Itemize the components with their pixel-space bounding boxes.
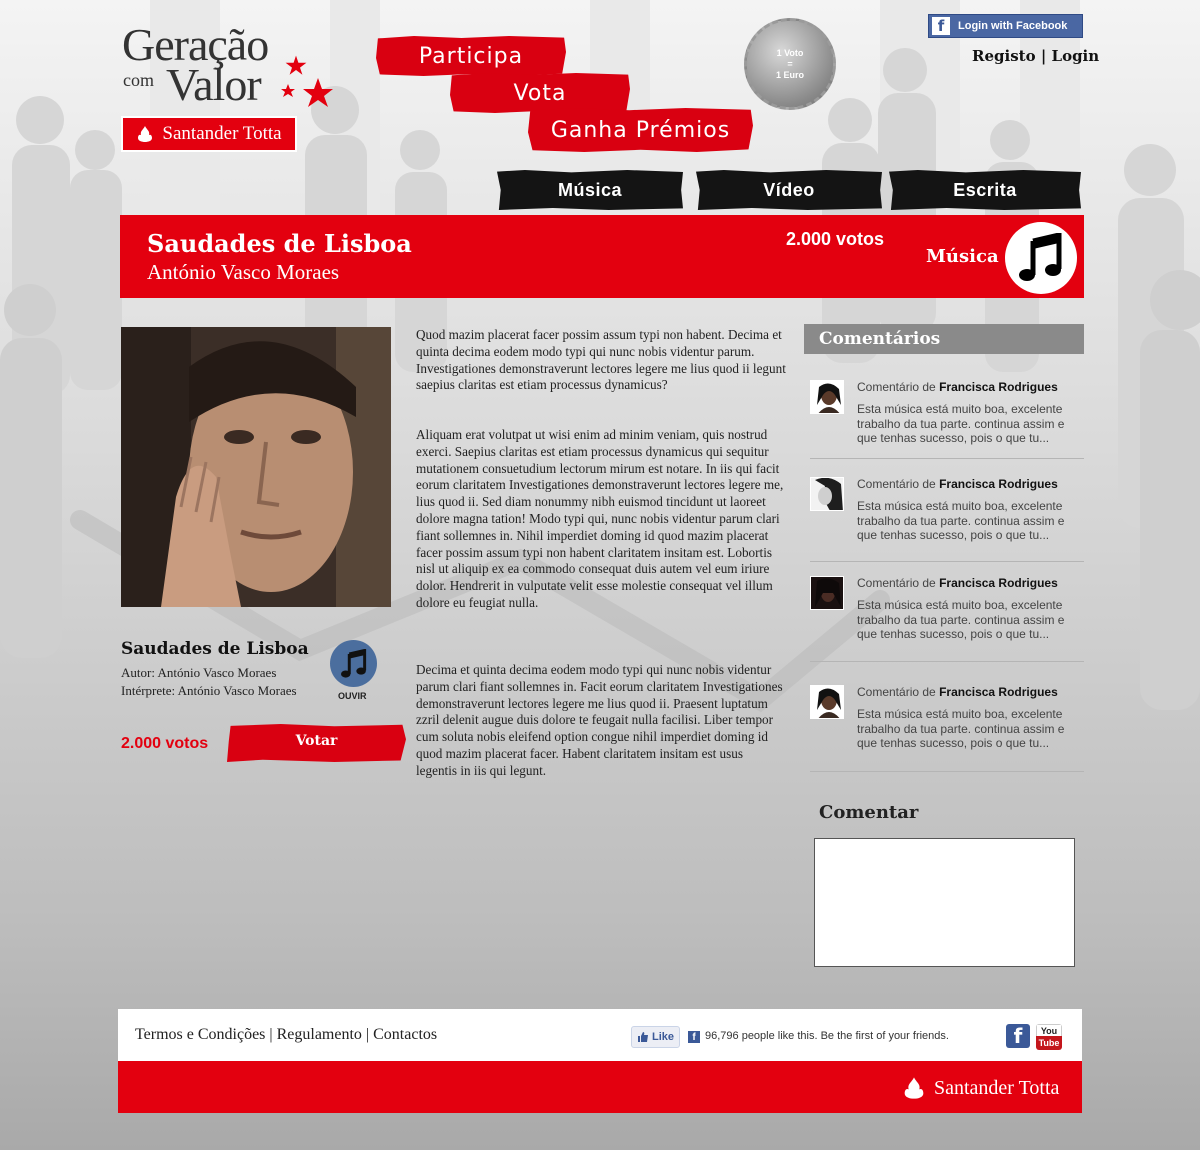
seal-line2: = bbox=[787, 58, 793, 69]
comments-header: Comentários bbox=[804, 324, 1084, 354]
comment-author[interactable]: Francisca Rodrigues bbox=[939, 576, 1058, 590]
facebook-icon[interactable]: f bbox=[1006, 1024, 1030, 1048]
logo-title-line2: Valor bbox=[166, 59, 262, 110]
youtube-icon[interactable]: You Tube bbox=[1036, 1024, 1062, 1050]
auth-links: Registo | Login bbox=[972, 47, 1099, 65]
music-note-icon bbox=[340, 648, 366, 678]
comment-textarea[interactable] bbox=[814, 838, 1075, 967]
tab-video[interactable]: Vídeo bbox=[696, 170, 882, 210]
banner-title: Saudades de Lisboa bbox=[147, 229, 412, 258]
facebook-icon: f bbox=[688, 1031, 700, 1043]
flame-icon bbox=[904, 1077, 924, 1099]
login-link[interactable]: Login bbox=[1052, 47, 1100, 65]
footer-links: Termos e Condições | Regulamento | Conta… bbox=[135, 1026, 437, 1044]
description-paragraph: Quod mazim placerat facer possim assum t… bbox=[416, 327, 786, 393]
music-note-icon bbox=[1019, 233, 1062, 281]
comment-text: Esta música está muito boa, excelente tr… bbox=[857, 402, 1065, 446]
footer-separator: | bbox=[365, 1026, 370, 1043]
commenter-avatar[interactable] bbox=[810, 380, 844, 414]
comment-heading: Comentário de Francisca Rodrigues bbox=[857, 576, 1058, 590]
facebook-login-label: Login with Facebook bbox=[958, 20, 1068, 32]
comment-author[interactable]: Francisca Rodrigues bbox=[939, 380, 1058, 394]
commenter-avatar[interactable] bbox=[810, 477, 844, 511]
vote-count: 2.000 votos bbox=[121, 735, 209, 752]
sponsor-name: Santander Totta bbox=[162, 123, 282, 144]
contacts-link[interactable]: Contactos bbox=[373, 1026, 437, 1043]
description-paragraph: Aliquam erat volutpat ut wisi enim ad mi… bbox=[416, 427, 784, 610]
tagline-participa: Participa bbox=[376, 36, 566, 76]
comment-heading: Comentário de Francisca Rodrigues bbox=[857, 477, 1058, 491]
comment-heading: Comentário de Francisca Rodrigues bbox=[857, 685, 1058, 699]
vote-button[interactable]: Votar bbox=[227, 724, 406, 762]
music-category-badge bbox=[1005, 222, 1077, 294]
comment-item: Comentário de Francisca Rodrigues Esta m… bbox=[810, 576, 1084, 662]
comment-text: Esta música está muito boa, excelente tr… bbox=[857, 707, 1065, 751]
tab-musica[interactable]: Música bbox=[497, 170, 683, 210]
comment-author[interactable]: Francisca Rodrigues bbox=[939, 477, 1058, 491]
flame-icon bbox=[138, 126, 153, 142]
facebook-icon: f bbox=[932, 17, 950, 35]
facebook-like-button[interactable]: Like bbox=[631, 1026, 680, 1048]
terms-link[interactable]: Termos e Condições bbox=[135, 1026, 265, 1043]
commenter-avatar[interactable] bbox=[810, 576, 844, 610]
sponsor-logo[interactable]: Santander Totta bbox=[121, 116, 297, 152]
commenter-avatar[interactable] bbox=[810, 685, 844, 719]
footer-brand-name: Santander Totta bbox=[934, 1076, 1060, 1099]
listen-button[interactable] bbox=[330, 640, 377, 687]
footer-separator: | bbox=[269, 1026, 273, 1043]
youtube-label-bottom: Tube bbox=[1036, 1036, 1062, 1050]
comment-heading: Comentário de Francisca Rodrigues bbox=[857, 380, 1058, 394]
youtube-label-top: You bbox=[1036, 1024, 1062, 1036]
song-title: Saudades de Lisboa bbox=[121, 639, 309, 659]
footer-brand-logo[interactable]: Santander Totta bbox=[902, 1076, 1059, 1100]
like-label: Like bbox=[651, 1031, 674, 1043]
banner-votes: 2.000 votos bbox=[786, 229, 885, 249]
logo-title-com: com bbox=[123, 70, 154, 90]
like-thumb-icon bbox=[637, 1032, 648, 1042]
facebook-login-button[interactable]: f Login with Facebook bbox=[928, 14, 1083, 38]
comment-form-title: Comentar bbox=[819, 802, 919, 823]
tagline-ganha-premios: Ganha Prémios bbox=[528, 108, 753, 152]
vote-value-seal: 1 Voto = 1 Euro bbox=[744, 18, 836, 110]
description-paragraph: Decima et quinta decima eodem modo typi … bbox=[416, 662, 783, 778]
song-performer: Intérprete: António Vasco Moraes bbox=[121, 683, 297, 698]
artist-portrait-image bbox=[121, 327, 391, 607]
comment-item: Comentário de Francisca Rodrigues Esta m… bbox=[810, 477, 1084, 562]
comment-text: Esta música está muito boa, excelente tr… bbox=[857, 499, 1065, 543]
seal-line3: 1 Euro bbox=[775, 69, 804, 80]
comment-item: Comentário de Francisca Rodrigues Esta m… bbox=[810, 380, 1084, 459]
banner-category: Música bbox=[926, 246, 999, 267]
comment-item: Comentário de Francisca Rodrigues Esta m… bbox=[810, 685, 1084, 772]
song-author: Autor: António Vasco Moraes bbox=[121, 665, 277, 680]
register-link[interactable]: Registo bbox=[972, 47, 1036, 65]
tab-escrita[interactable]: Escrita bbox=[889, 170, 1081, 210]
comment-text: Esta música está muito boa, excelente tr… bbox=[857, 598, 1065, 642]
listen-label[interactable]: OUVIR bbox=[338, 691, 367, 701]
artist-photo bbox=[121, 327, 391, 607]
seal-line1: 1 Voto bbox=[776, 47, 804, 58]
rules-link[interactable]: Regulamento bbox=[277, 1026, 362, 1043]
comment-author[interactable]: Francisca Rodrigues bbox=[939, 685, 1058, 699]
banner-author: António Vasco Moraes bbox=[147, 260, 340, 284]
auth-separator: | bbox=[1040, 47, 1047, 65]
tagline-vota: Vota bbox=[450, 73, 630, 113]
star-icon bbox=[281, 55, 333, 107]
like-count-text: 96,796 people like this. Be the first of… bbox=[705, 1030, 949, 1042]
